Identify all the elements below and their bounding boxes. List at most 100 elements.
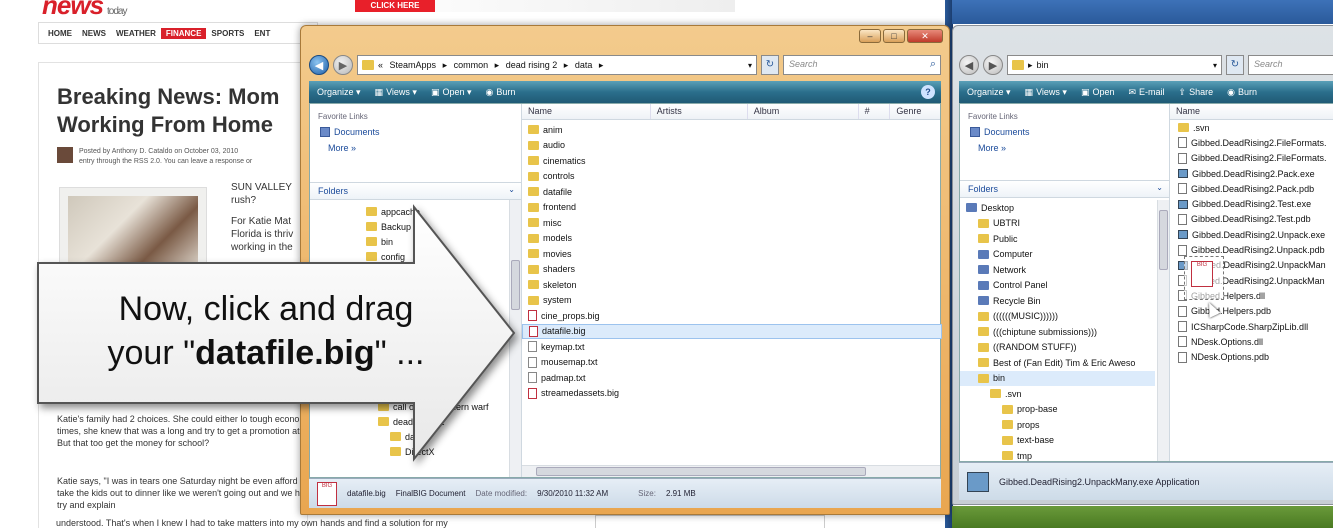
column-number[interactable]: # <box>859 104 891 119</box>
column-album[interactable]: Album <box>748 104 859 119</box>
explorer-window-bin[interactable]: ◀ ▶ ▸ bin ▾ ↻ Search Organize ▾ ▦ Views ▾… <box>952 25 1333 505</box>
breadcrumb-common[interactable]: common <box>454 60 489 70</box>
tree-item[interactable]: ((((((MUSIC)))))) <box>960 309 1155 325</box>
file-row[interactable]: controls <box>522 169 940 185</box>
file-row[interactable]: datafile.big <box>522 323 942 339</box>
nav-finance[interactable]: FINANCE <box>160 27 207 39</box>
ad-click-button[interactable]: CLICK HERE <box>355 0 435 12</box>
tree-item[interactable]: Public <box>960 231 1155 247</box>
column-name[interactable]: Name <box>522 104 651 119</box>
folders-header[interactable]: Folders ⌄ <box>960 180 1169 198</box>
file-row[interactable]: Gibbed.DeadRising2.Pack.exe <box>1170 166 1333 181</box>
file-row[interactable]: shaders <box>522 262 940 278</box>
burn-button[interactable]: ◉ Burn <box>1227 87 1257 98</box>
tree-item[interactable]: Control Panel <box>960 278 1155 294</box>
file-row[interactable]: Gibbed.DeadRising2.Test.exe <box>1170 196 1333 211</box>
file-row[interactable]: skeleton <box>522 277 940 293</box>
tree-item[interactable]: Desktop <box>960 200 1155 216</box>
file-row[interactable]: Gibbed.Helpers.pdb <box>1170 304 1333 319</box>
close-button[interactable]: ✕ <box>907 29 943 43</box>
file-row[interactable]: Gibbed.DeadRising2.FileFormats. <box>1170 135 1333 150</box>
nav-scrollbar[interactable] <box>1157 200 1169 461</box>
file-row[interactable]: keymap.txt <box>522 339 940 355</box>
breadcrumb-dead-rising-2[interactable]: dead rising 2 <box>506 60 558 70</box>
breadcrumb-separator[interactable]: ▸ <box>495 60 500 70</box>
help-icon[interactable]: ? <box>921 85 935 99</box>
tree-item[interactable]: Recycle Bin <box>960 293 1155 309</box>
back-button[interactable]: ◀ <box>309 55 329 75</box>
address-bar[interactable]: « SteamApps ▸ common ▸ dead rising 2 ▸ d… <box>357 55 757 75</box>
views-button[interactable]: ▦ Views ▾ <box>1025 87 1067 98</box>
nav-weather[interactable]: WEATHER <box>111 29 161 38</box>
file-row[interactable]: system <box>522 293 940 309</box>
nav-ent[interactable]: ENT <box>249 29 275 38</box>
column-genre[interactable]: Genre <box>890 104 940 119</box>
email-button[interactable]: ✉ E-mail <box>1128 87 1164 98</box>
chevron-down-icon[interactable]: ⌄ <box>1156 183 1163 192</box>
file-row[interactable]: padmap.txt <box>522 370 940 386</box>
nav-scrollbar-thumb[interactable] <box>1159 210 1168 270</box>
minimize-button[interactable]: – <box>859 29 881 43</box>
breadcrumb-separator[interactable]: ▸ <box>599 60 604 70</box>
file-row[interactable]: NDesk.Options.dll <box>1170 334 1333 349</box>
horizontal-scrollbar-thumb[interactable] <box>536 467 866 476</box>
file-row[interactable]: datafile <box>522 184 940 200</box>
tree-item[interactable]: props <box>960 417 1155 433</box>
refresh-button[interactable]: ↻ <box>761 55 779 75</box>
search-icon[interactable]: ⌕ <box>930 58 936 71</box>
news-logo[interactable]: news today <box>42 0 128 21</box>
tree-item[interactable]: prop-base <box>960 402 1155 418</box>
open-button[interactable]: ▣ Open ▾ <box>431 87 472 98</box>
favorite-documents[interactable]: Documents <box>310 125 521 139</box>
file-row[interactable]: mousemap.txt <box>522 355 940 371</box>
chevron-down-icon[interactable]: ▾ <box>748 61 752 70</box>
organize-button[interactable]: Organize ▾ <box>967 87 1011 98</box>
file-row[interactable]: Gibbed.DeadRising2.Test.pdb <box>1170 212 1333 227</box>
file-row[interactable]: frontend <box>522 200 940 216</box>
favorite-documents[interactable]: Documents <box>960 125 1169 139</box>
tree-item[interactable]: text-base <box>960 433 1155 449</box>
file-row[interactable]: Gibbed.DeadRising2.FileFormats. <box>1170 151 1333 166</box>
column-artists[interactable]: Artists <box>651 104 748 119</box>
file-row[interactable]: audio <box>522 138 940 154</box>
chevron-down-icon[interactable]: ▾ <box>1213 61 1217 70</box>
more-link[interactable]: More » <box>310 139 521 157</box>
file-row[interactable]: streamedassets.big <box>522 386 940 402</box>
file-row[interactable]: Gibbed.DeadRising2.Pack.pdb <box>1170 181 1333 196</box>
file-row[interactable]: cine_props.big <box>522 308 940 324</box>
breadcrumb-overflow[interactable]: « <box>378 60 383 70</box>
nav-sports[interactable]: SPORTS <box>206 29 249 38</box>
breadcrumb-separator[interactable]: ▸ <box>443 60 448 70</box>
file-row[interactable]: ICSharpCode.SharpZipLib.dll <box>1170 319 1333 334</box>
tree-item[interactable]: Best of (Fan Edit) Tim & Eric Aweso <box>960 355 1155 371</box>
horizontal-scrollbar[interactable] <box>522 465 940 477</box>
file-row[interactable]: .svn <box>1170 120 1333 135</box>
chevron-down-icon[interactable]: ⌄ <box>508 185 515 194</box>
breadcrumb-separator[interactable]: ▸ <box>1028 60 1033 71</box>
address-bar[interactable]: ▸ bin ▾ <box>1007 55 1222 75</box>
back-button[interactable]: ◀ <box>959 55 979 75</box>
forward-button[interactable]: ▶ <box>333 55 353 75</box>
breadcrumb-steamapps[interactable]: SteamApps <box>390 60 437 70</box>
folders-header[interactable]: Folders ⌄ <box>310 182 521 200</box>
breadcrumb-separator[interactable]: ▸ <box>564 60 569 70</box>
views-button[interactable]: ▦ Views ▾ <box>375 87 417 98</box>
file-row[interactable]: models <box>522 231 940 247</box>
search-input[interactable]: Search <box>1248 55 1333 75</box>
refresh-button[interactable]: ↻ <box>1226 55 1244 75</box>
organize-button[interactable]: Organize ▾ <box>317 87 361 98</box>
tree-item[interactable]: bin <box>960 370 1155 386</box>
breadcrumb-bin[interactable]: bin <box>1037 60 1049 70</box>
search-input[interactable]: Search ⌕ <box>783 55 941 75</box>
file-row[interactable]: Gibbed.DeadRising2.Unpack.exe <box>1170 227 1333 242</box>
open-button[interactable]: ▣ Open <box>1081 87 1115 98</box>
share-button[interactable]: ⇪ Share <box>1179 87 1214 98</box>
more-link[interactable]: More » <box>960 139 1169 157</box>
nav-news[interactable]: NEWS <box>77 29 111 38</box>
tree-item[interactable]: Network <box>960 262 1155 278</box>
news-ad-banner[interactable]: CLICK HERE <box>355 0 735 12</box>
file-row[interactable]: movies <box>522 246 940 262</box>
tree-item[interactable]: ((RANDOM STUFF)) <box>960 340 1155 356</box>
tree-item[interactable]: Computer <box>960 247 1155 263</box>
tree-item[interactable]: .svn <box>960 386 1155 402</box>
